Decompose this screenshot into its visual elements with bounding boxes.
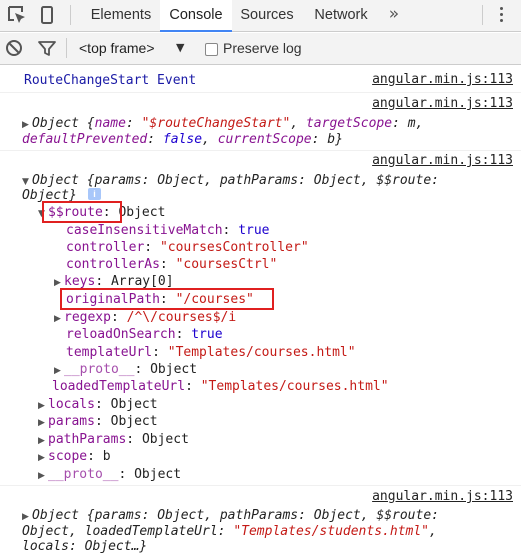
route-prop-row: caseInsensitiveMatch: true	[66, 223, 270, 238]
route-prop-row: controller: "coursesController"	[66, 240, 309, 255]
object-child-row[interactable]: ▶ scope: b	[38, 448, 111, 467]
object-child-row[interactable]: ▶ params: Object	[38, 413, 158, 432]
loaded-template-row: loadedTemplateUrl: "Templates/courses.ht…	[52, 379, 389, 394]
object-child-row[interactable]: ▶ __proto__: Object	[38, 466, 181, 485]
chevron-down-icon[interactable]: ▼	[176, 41, 184, 54]
chevron-double-right-icon[interactable]: »	[384, 0, 404, 31]
route-prop-row: controllerAs: "coursesCtrl"	[66, 257, 278, 272]
expand-arrow-icon[interactable]: ▶	[38, 468, 48, 485]
devtools-tabbar: Elements Console Sources Network »	[0, 0, 521, 32]
console-log-text: RouteChangeStart Event	[24, 73, 197, 88]
info-icon[interactable]: i	[88, 188, 101, 200]
preserve-log-checkbox[interactable]	[205, 43, 218, 56]
highlight-box-route	[42, 201, 122, 223]
inspect-element-icon[interactable]	[6, 4, 28, 26]
console-toolbar: <top frame> ▼ Preserve log	[0, 33, 521, 65]
preserve-log-label[interactable]: Preserve log	[223, 40, 302, 56]
route-prop-row: reloadOnSearch: true	[66, 327, 223, 342]
source-link[interactable]: angular.min.js:113	[372, 72, 513, 87]
filter-icon[interactable]	[37, 38, 59, 60]
object-summary-cont: defaultPrevented: false, currentScope: b…	[22, 132, 343, 147]
tab-console[interactable]: Console	[160, 0, 232, 32]
kebab-menu-icon[interactable]	[498, 7, 504, 25]
source-link[interactable]: angular.min.js:113	[372, 153, 513, 168]
toolbar-divider	[70, 5, 71, 25]
highlight-box-original-path	[60, 288, 274, 310]
toolbar-divider	[482, 5, 483, 25]
message-divider	[0, 150, 521, 151]
device-toggle-icon[interactable]	[36, 4, 58, 26]
source-link[interactable]: angular.min.js:113	[372, 96, 513, 111]
clear-console-icon[interactable]	[4, 38, 26, 60]
tab-sources[interactable]: Sources	[234, 0, 300, 31]
object-summary-cont: locals: Object…}	[22, 539, 148, 554]
tab-network[interactable]: Network	[306, 0, 376, 31]
toolbar-divider	[66, 38, 67, 58]
source-link[interactable]: angular.min.js:113	[372, 489, 513, 504]
tab-elements[interactable]: Elements	[80, 0, 162, 31]
expand-arrow-icon[interactable]: ▶	[54, 311, 64, 328]
frame-selector[interactable]: <top frame>	[79, 40, 155, 56]
expand-arrow-icon[interactable]: ▶	[38, 415, 48, 432]
route-prop-row: templateUrl: "Templates/courses.html"	[66, 345, 356, 360]
object-header[interactable]: ▼ Object {params: Object, pathParams: Obj…	[22, 172, 439, 191]
message-divider	[0, 485, 521, 486]
message-divider	[0, 92, 521, 93]
expand-arrow-icon[interactable]: ▶	[38, 450, 48, 467]
